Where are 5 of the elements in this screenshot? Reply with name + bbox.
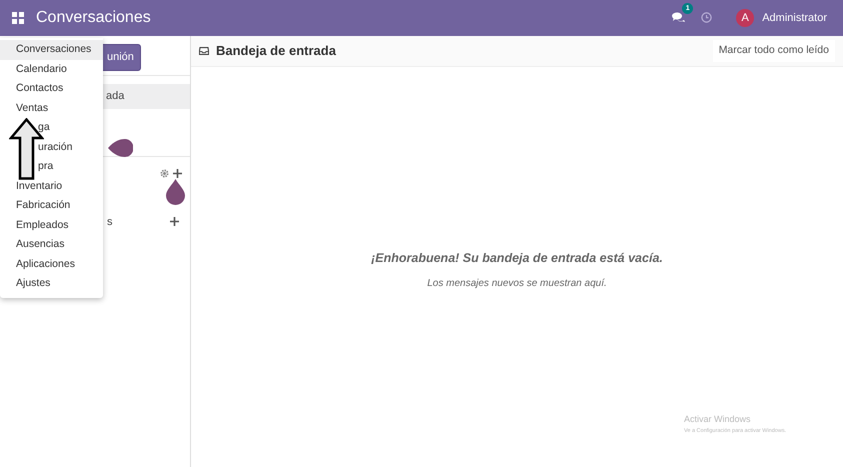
empty-inbox-hint: Los mensajes nuevos se muestran aquí.: [427, 276, 607, 291]
empty-inbox-title: ¡Enhorabuena! Su bandeja de entrada está vacía.: [371, 250, 663, 267]
app-title: Conversaciones: [36, 8, 151, 28]
page-title: Bandeja de entrada: [216, 42, 336, 60]
activation-notice-title: Activar Windows: [684, 413, 752, 426]
